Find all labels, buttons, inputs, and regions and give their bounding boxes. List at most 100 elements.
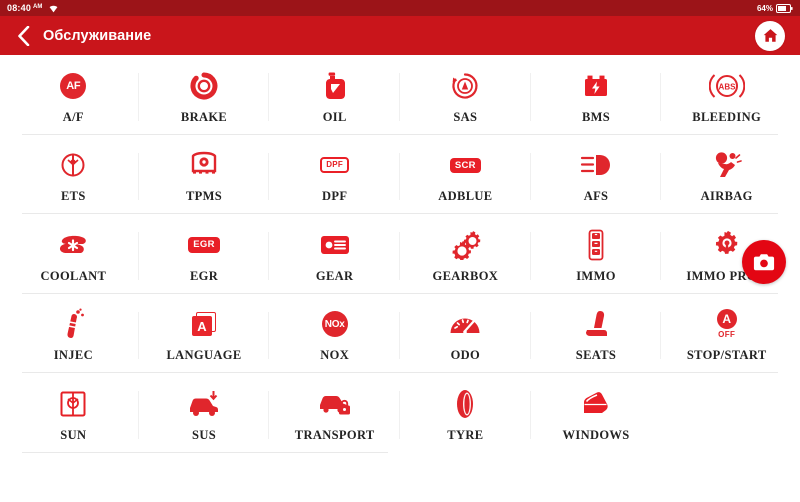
grid-item-gearbox[interactable]: GEARBOX — [400, 214, 531, 294]
brake-disc-icon — [190, 69, 218, 103]
grid-item-injec[interactable]: INJEC — [8, 294, 139, 374]
grid-item-language[interactable]: A LANGUAGE — [139, 294, 270, 374]
grid-item-label: AFS — [583, 189, 609, 204]
grid-item-sas[interactable]: SAS — [400, 55, 531, 135]
battery-percent-label: 64% — [756, 3, 773, 13]
grid-item-egr[interactable]: EGR EGR — [139, 214, 270, 294]
screenshot-button[interactable] — [742, 240, 786, 284]
grid-item-bms[interactable]: BMS — [531, 55, 662, 135]
grid-item-oil[interactable]: OIL — [269, 55, 400, 135]
svg-text:ABS: ABS — [718, 82, 736, 91]
chevron-left-icon — [17, 25, 29, 46]
grid-item-dpf[interactable]: DPF DPF — [269, 135, 400, 215]
grid-item-nox[interactable]: NOx NOX — [269, 294, 400, 374]
dpf-badge-icon: DPF — [320, 148, 350, 182]
home-button[interactable] — [755, 20, 785, 51]
grid-item-label: NOX — [320, 348, 350, 363]
grid-item-label: GEARBOX — [432, 268, 499, 283]
page-title: Обслуживание — [43, 27, 152, 44]
grid-item-windows[interactable]: WINDOWS — [531, 373, 662, 453]
nox-badge-text: NOx — [321, 311, 348, 338]
wifi-icon — [48, 4, 59, 13]
coolant-icon — [57, 228, 89, 262]
scr-badge-icon: SCR — [449, 148, 481, 182]
car-seat-icon — [583, 307, 609, 341]
grid-item-label: BLEEDING — [692, 109, 762, 124]
car-window-icon — [580, 387, 612, 421]
grid-item-label: SEATS — [575, 348, 617, 363]
grid-item-label: AIRBAG — [700, 189, 753, 204]
language-book-icon: A — [192, 307, 216, 341]
immo-key-fob-icon — [586, 228, 606, 262]
ets-icon — [59, 148, 87, 182]
grid-item-label: ADBLUE — [438, 189, 493, 204]
grid-item-brake[interactable]: BRAKE — [139, 55, 270, 135]
grid-item-odo[interactable]: ODO — [400, 294, 531, 374]
grid-item-gear[interactable]: GEAR — [269, 214, 400, 294]
stop-start-icon: A OFF — [716, 307, 737, 341]
egr-badge-icon: EGR — [188, 228, 220, 262]
grid-item-label: ODO — [450, 348, 481, 363]
grid-item-bleeding[interactable]: ABS BLEEDING — [661, 55, 792, 135]
grid-item-label: A/F — [62, 109, 84, 124]
grid-row: INJEC A LANGUAGE NOx NOX ODO SEATS A OFF… — [8, 294, 792, 374]
grid-item-label: TRANSPORT — [294, 427, 375, 442]
grid-item-label: BMS — [581, 109, 611, 124]
service-function-grid: AF A/F BRAKE OIL SAS BMS ABS BLEEDING ET… — [0, 55, 800, 453]
grid-item-label: OIL — [322, 109, 347, 124]
grid-item-label: SUN — [60, 427, 87, 442]
grid-item-immo[interactable]: IMMO — [531, 214, 662, 294]
grid-item-seats[interactable]: SEATS — [531, 294, 662, 374]
grid-item-af[interactable]: AF A/F — [8, 55, 139, 135]
grid-item-ets[interactable]: ETS — [8, 135, 139, 215]
grid-row: ETS TPMS DPF DPF SCR ADBLUE AFS AIRBAG — [8, 135, 792, 215]
grid-row: SUN SUS TRANSPORT TYRE WINDOWS — [8, 373, 792, 453]
app-header: Обслуживание — [0, 16, 800, 55]
grid-item-label: EGR — [189, 268, 219, 283]
language-badge-text: A — [192, 316, 212, 337]
abs-icon: ABS — [708, 69, 745, 103]
tire-pressure-icon — [189, 148, 219, 182]
grid-item-tpms[interactable]: TPMS — [139, 135, 270, 215]
status-bar-time: 08:40 — [7, 3, 32, 13]
grid-item-label: TYRE — [447, 427, 484, 442]
grid-item-adblue[interactable]: SCR ADBLUE — [400, 135, 531, 215]
grid-item-label: GEAR — [315, 268, 354, 283]
grid-item-label: COOLANT — [40, 268, 107, 283]
grid-item-sus[interactable]: SUS — [139, 373, 270, 453]
grid-item-label: WINDOWS — [562, 427, 630, 442]
stop-start-badge-text: A — [716, 309, 737, 330]
grid-item-transport[interactable]: TRANSPORT — [269, 373, 400, 453]
camera-icon — [753, 253, 775, 270]
grid-item-sun[interactable]: SUN — [8, 373, 139, 453]
grid-item-stop-start[interactable]: A OFF STOP/START — [661, 294, 792, 374]
egr-badge-text: EGR — [188, 237, 220, 253]
oil-canister-icon — [322, 69, 348, 103]
odometer-gauge-icon — [449, 307, 481, 341]
sunroof-icon — [59, 387, 87, 421]
gear-card-icon — [319, 228, 351, 262]
grid-item-label: IMMO — [576, 268, 616, 283]
grid-row: AF A/F BRAKE OIL SAS BMS ABS BLEEDING — [8, 55, 792, 135]
steering-angle-sensor-icon — [450, 69, 480, 103]
immo-prog-gear-key-icon — [713, 228, 741, 262]
grid-item-tyre[interactable]: TYRE — [400, 373, 531, 453]
dpf-badge-text: DPF — [320, 157, 350, 174]
gearbox-cogs-icon — [449, 228, 481, 262]
grid-item-coolant[interactable]: COOLANT — [8, 214, 139, 294]
grid-item-label: SUS — [192, 427, 216, 442]
transport-lock-icon — [318, 387, 352, 421]
nox-badge-icon: NOx — [321, 307, 348, 341]
status-bar: 08:40 AM 64% — [0, 0, 800, 16]
battery-icon — [776, 3, 793, 13]
grid-item-label: TPMS — [185, 189, 223, 204]
grid-item-airbag[interactable]: AIRBAG — [661, 135, 792, 215]
stop-start-off-label: OFF — [718, 330, 736, 340]
grid-item-label: BRAKE — [180, 109, 228, 124]
grid-item-label: STOP/START — [686, 348, 767, 363]
grid-item-label: LANGUAGE — [166, 348, 242, 363]
grid-item-afs[interactable]: AFS — [531, 135, 662, 215]
grid-item-label: DPF — [322, 189, 348, 204]
back-button[interactable] — [14, 25, 32, 47]
service-menu-screen: 08:40 AM 64% Обслуживание AF A/F BRAKE O… — [0, 0, 800, 502]
